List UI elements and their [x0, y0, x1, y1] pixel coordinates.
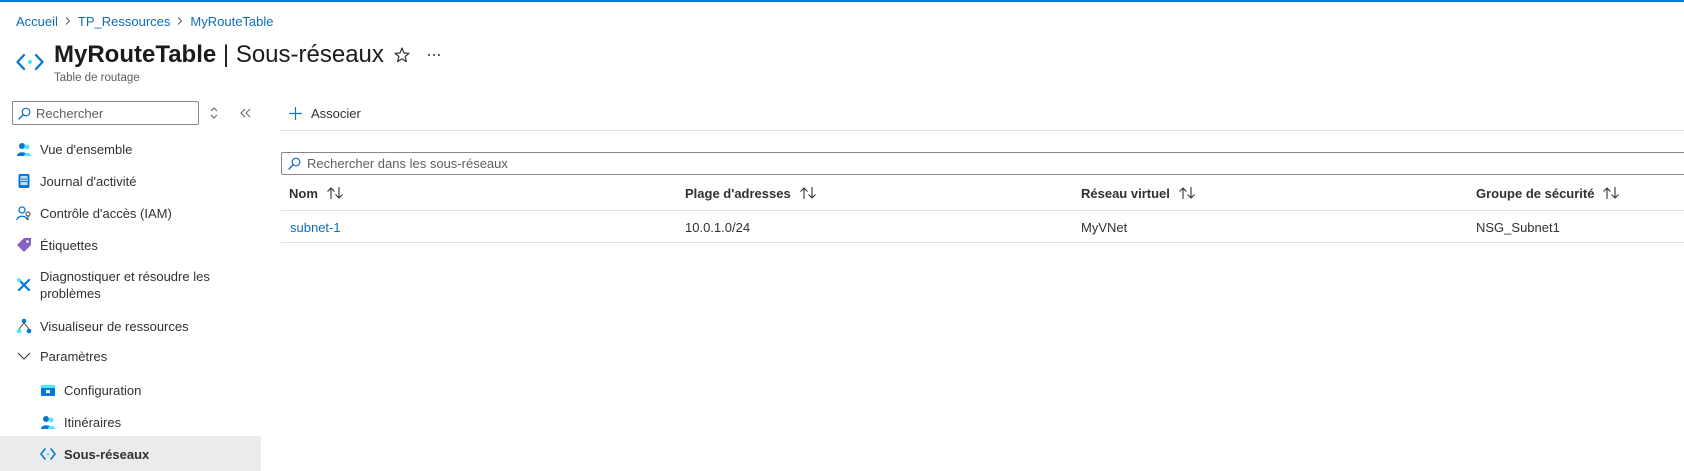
page-title: MyRouteTable | Sous-réseaux [54, 40, 384, 70]
address-range-cell: 10.0.1.0/24 [685, 220, 751, 235]
sidebar-item-label: Contrôle d'accès (IAM) [40, 205, 172, 221]
breadcrumb-resource[interactable]: MyRouteTable [190, 14, 273, 29]
sidebar-item-label: Configuration [64, 382, 142, 398]
sidebar-item-iam[interactable]: Contrôle d'accès (IAM) [0, 203, 261, 223]
column-header-security-group[interactable]: Groupe de sécurité [1476, 184, 1620, 202]
sidebar-search[interactable] [12, 101, 199, 125]
sort-icon [1178, 187, 1195, 199]
subnet-search-input[interactable] [307, 156, 907, 171]
column-header-name[interactable]: Nom [289, 184, 344, 202]
virtual-network-cell: MyVNet [1081, 220, 1128, 235]
sidebar-item-tags[interactable]: Étiquettes [0, 235, 261, 255]
column-header-label: Nom [289, 185, 318, 201]
subnet-icon [40, 448, 56, 460]
sidebar-item-label: Journal d'activité [40, 173, 137, 189]
sidebar-item-routes[interactable]: Itinéraires [0, 412, 261, 432]
configuration-icon [41, 385, 55, 396]
subnet-name-link[interactable]: subnet-1 [290, 220, 341, 238]
table-row-divider [281, 242, 1684, 243]
routes-icon [41, 416, 55, 429]
tag-icon [17, 238, 31, 252]
search-icon [18, 107, 31, 120]
sort-icon [799, 187, 816, 199]
iam-icon [16, 206, 31, 221]
chevron-down-icon [17, 352, 31, 360]
blade-name: Sous-réseaux [235, 41, 384, 68]
overview-icon [17, 143, 31, 156]
breadcrumb-home[interactable]: Accueil [16, 14, 58, 29]
breadcrumb: Accueil TP_Ressources MyRouteTable [16, 12, 274, 30]
activity-log-icon [18, 174, 30, 188]
plus-icon [289, 106, 302, 120]
ellipsis-icon[interactable] [424, 45, 444, 65]
sidebar-item-overview[interactable]: Vue d'ensemble [0, 139, 261, 159]
resource-name: MyRouteTable [54, 41, 217, 68]
sidebar-search-input[interactable] [36, 105, 196, 121]
associate-button-label: Associer [311, 105, 361, 121]
column-header-label: Réseau virtuel [1081, 185, 1170, 201]
title-separator: | [222, 41, 230, 68]
double-chevron-left-icon[interactable] [237, 104, 253, 122]
breadcrumb-resource-group[interactable]: TP_Ressources [78, 14, 170, 29]
wrench-icon [17, 278, 31, 292]
sidebar-item-resource-visualizer[interactable]: Visualiseur de ressources [0, 316, 261, 336]
sidebar-section-label: Paramètres [40, 348, 108, 364]
column-header-label: Groupe de sécurité [1476, 185, 1595, 201]
star-icon[interactable] [392, 45, 412, 65]
resource-type: Table de routage [54, 72, 140, 84]
chevron-right-icon [58, 12, 78, 30]
column-header-address-range[interactable]: Plage d'adresses [685, 184, 817, 202]
sidebar-item-label: Itinéraires [64, 414, 122, 430]
subnet-icon [16, 53, 44, 71]
sidebar-item-label: Visualiseur de ressources [40, 318, 189, 334]
sidebar-item-activity-log[interactable]: Journal d'activité [0, 171, 261, 191]
sidebar-item-label: Vue d'ensemble [40, 141, 133, 157]
chevron-right-icon [170, 12, 190, 30]
top-accent-bar [0, 0, 1684, 2]
sidebar-section-settings[interactable]: Paramètres [0, 346, 261, 366]
sidebar-item-diagnose[interactable]: Diagnostiquer et résoudre les problèmes [0, 268, 261, 302]
column-header-label: Plage d'adresses [685, 185, 791, 201]
sidebar-item-label: Diagnostiquer et résoudre les problèmes [40, 269, 210, 301]
search-icon [288, 157, 301, 170]
sidebar-item-label: Sous-réseaux [64, 447, 150, 462]
security-group-cell: NSG_Subnet1 [1476, 220, 1560, 235]
sort-toggle-icon[interactable] [206, 104, 222, 122]
sort-icon [327, 187, 343, 199]
resource-visualizer-icon [16, 318, 32, 334]
toolbar-divider [280, 130, 1684, 131]
sort-icon [1603, 187, 1620, 199]
table-header-divider [281, 210, 1684, 211]
associate-button[interactable]: Associer [288, 103, 361, 123]
subnet-search[interactable] [281, 152, 1684, 175]
sidebar-item-label: Étiquettes [40, 237, 98, 253]
sidebar-item-configuration[interactable]: Configuration [0, 380, 261, 400]
sidebar-item-subnets[interactable]: Sous-réseaux [0, 436, 261, 471]
column-header-virtual-network[interactable]: Réseau virtuel [1081, 184, 1196, 202]
